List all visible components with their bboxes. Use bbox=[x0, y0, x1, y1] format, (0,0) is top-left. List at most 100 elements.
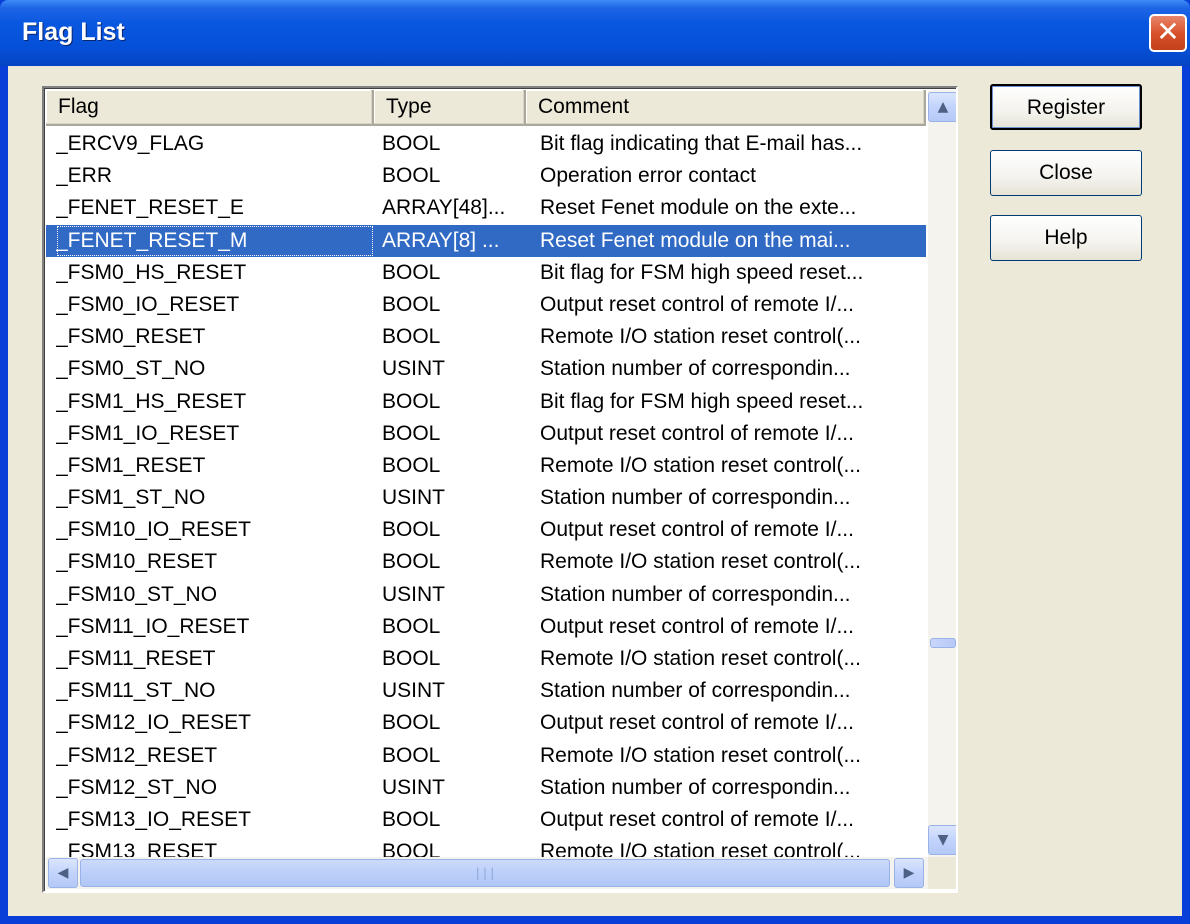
type-cell: BOOL bbox=[382, 711, 441, 735]
type-cell: USINT bbox=[382, 486, 445, 510]
flag-cell: _FENET_RESET_M bbox=[56, 225, 374, 257]
type-cell: BOOL bbox=[382, 132, 441, 155]
table-row[interactable]: _FENET_RESET_M ARRAY[8] ... Reset Fenet mo… bbox=[46, 224, 926, 257]
title-bar[interactable]: Flag List ✕ bbox=[0, 0, 1190, 66]
table-row[interactable]: _FSM12_IO_RESET BOOL Output reset control … bbox=[46, 707, 926, 739]
type-cell: BOOL bbox=[382, 453, 441, 477]
flag-cell: _FSM11_ST_NO bbox=[56, 679, 216, 703]
flag-cell: _FSM10_RESET bbox=[56, 550, 218, 574]
comment-cell: Output reset control of remote I/... bbox=[540, 292, 854, 316]
comment-cell: Output reset control of remote I/... bbox=[540, 614, 854, 638]
comment-cell: Remote I/O station reset control(... bbox=[540, 453, 861, 477]
dialog-title: Flag List bbox=[22, 18, 125, 46]
table-row[interactable]: _ERCV9_FLAG BOOL Bit flag indicating that … bbox=[46, 128, 926, 160]
column-header-flag[interactable]: Flag bbox=[46, 90, 374, 126]
close-window-button[interactable]: ✕ bbox=[1149, 14, 1187, 52]
flag-cell: _ERR bbox=[56, 164, 113, 188]
type-cell: BOOL bbox=[382, 518, 441, 542]
table-row[interactable]: _FSM10_ST_NO USINT Station number of corre… bbox=[46, 579, 926, 611]
flag-cell: _FSM10_IO_RESET bbox=[56, 518, 251, 542]
scroll-left-button[interactable]: ◀ bbox=[48, 858, 78, 888]
type-cell: BOOL bbox=[382, 550, 441, 574]
scroll-down-button[interactable]: ▼ bbox=[928, 825, 956, 855]
table-row[interactable]: _FSM1_HS_RESET BOOL Bit flag for FSM high … bbox=[46, 386, 926, 418]
flag-cell: _FSM1_IO_RESET bbox=[56, 421, 240, 445]
table-row[interactable]: _ERR BOOL Operation error contact bbox=[46, 160, 926, 192]
scroll-up-button[interactable]: ▲ bbox=[928, 92, 956, 122]
flag-cell: _FSM10_ST_NO bbox=[56, 582, 218, 606]
comment-cell: Station number of correspondin... bbox=[540, 582, 851, 606]
scroll-right-button[interactable]: ▶ bbox=[894, 858, 924, 888]
table-row[interactable]: _FSM1_IO_RESET BOOL Output reset control o… bbox=[46, 418, 926, 450]
type-cell: BOOL bbox=[382, 614, 441, 638]
comment-cell: Remote I/O station reset control(... bbox=[540, 743, 861, 767]
column-header-comment[interactable]: Comment bbox=[526, 90, 926, 126]
table-row[interactable]: _FSM0_RESET BOOL Remote I/O station reset … bbox=[46, 321, 926, 353]
comment-cell: Station number of correspondin... bbox=[540, 357, 851, 381]
help-button[interactable]: Help bbox=[990, 215, 1142, 261]
comment-cell: Remote I/O station reset control(... bbox=[540, 647, 861, 670]
flag-cell: _FSM1_ST_NO bbox=[56, 486, 206, 510]
comment-cell: Output reset control of remote I/... bbox=[540, 711, 854, 735]
close-button[interactable]: Close bbox=[990, 150, 1142, 196]
type-cell: USINT bbox=[382, 775, 445, 799]
type-cell: USINT bbox=[382, 357, 445, 381]
flag-cell: _FENET_RESET_E bbox=[56, 196, 244, 220]
type-cell: BOOL bbox=[382, 260, 441, 284]
column-header-type[interactable]: Type bbox=[374, 90, 526, 126]
table-row[interactable]: _FSM0_IO_RESET BOOL Output reset control o… bbox=[46, 289, 926, 321]
flag-cell: _FSM12_IO_RESET bbox=[56, 711, 251, 735]
table-row[interactable]: _FSM11_RESET BOOL Remote I/O station reset… bbox=[46, 643, 926, 675]
chevron-left-icon: ◀ bbox=[57, 865, 69, 881]
comment-cell: Output reset control of remote I/... bbox=[540, 518, 854, 542]
table-row[interactable]: _FSM1_RESET BOOL Remote I/O station reset … bbox=[46, 450, 926, 482]
flag-list-view[interactable]: Flag Type Comment _ERCV9_FLAG BOOL Bit fla… bbox=[42, 86, 958, 893]
flag-cell: _FSM11_IO_RESET bbox=[56, 614, 250, 638]
type-cell: BOOL bbox=[382, 743, 441, 767]
table-row[interactable]: _FSM1_ST_NO USINT Station number of corres… bbox=[46, 482, 926, 514]
type-cell: BOOL bbox=[382, 389, 441, 413]
type-cell: BOOL bbox=[382, 647, 441, 670]
table-row[interactable]: _FSM13_IO_RESET BOOL Output reset control … bbox=[46, 804, 926, 836]
table-row[interactable]: _FENET_RESET_E ARRAY[48]... Reset Fenet mo… bbox=[46, 192, 926, 224]
comment-cell: Remote I/O station reset control(... bbox=[540, 550, 861, 574]
table-row[interactable]: _FSM12_RESET BOOL Remote I/O station reset… bbox=[46, 740, 926, 772]
table-row[interactable]: _FSM0_HS_RESET BOOL Bit flag for FSM high … bbox=[46, 257, 926, 289]
register-button[interactable]: Register bbox=[990, 84, 1142, 130]
comment-cell: Reset Fenet module on the mai... bbox=[540, 228, 851, 252]
table-row[interactable]: _FSM12_ST_NO USINT Station number of corre… bbox=[46, 772, 926, 804]
grip-icon: ||| bbox=[474, 866, 496, 880]
flag-cell: _ERCV9_FLAG bbox=[56, 132, 205, 155]
comment-cell: Station number of correspondin... bbox=[540, 486, 851, 510]
table-row[interactable]: _FSM10_IO_RESET BOOL Output reset control … bbox=[46, 514, 926, 546]
scrollbar-corner bbox=[928, 857, 956, 889]
comment-cell: Station number of correspondin... bbox=[540, 679, 851, 703]
comment-cell: Output reset control of remote I/... bbox=[540, 807, 854, 831]
comment-cell: Bit flag for FSM high speed reset... bbox=[540, 389, 864, 413]
horizontal-scroll-thumb[interactable]: ||| bbox=[80, 859, 890, 887]
table-row[interactable]: _FSM11_ST_NO USINT Station number of corre… bbox=[46, 675, 926, 707]
flag-cell: _FSM0_ST_NO bbox=[56, 357, 206, 381]
table-row[interactable]: _FSM0_ST_NO USINT Station number of corres… bbox=[46, 353, 926, 385]
type-cell: USINT bbox=[382, 582, 445, 606]
type-cell: ARRAY[8] ... bbox=[382, 228, 500, 252]
flag-cell: _FSM1_HS_RESET bbox=[56, 389, 247, 413]
type-cell: USINT bbox=[382, 679, 445, 703]
type-cell: BOOL bbox=[382, 421, 441, 445]
table-row[interactable]: _FSM11_IO_RESET BOOL Output reset control … bbox=[46, 611, 926, 643]
type-cell: ARRAY[48]... bbox=[382, 196, 506, 220]
flag-cell: _FSM13_IO_RESET bbox=[56, 807, 251, 831]
horizontal-scrollbar[interactable]: ◀ ||| ▶ bbox=[46, 857, 928, 889]
vertical-scroll-thumb[interactable] bbox=[930, 638, 956, 648]
comment-cell: Bit flag for FSM high speed reset... bbox=[540, 260, 864, 284]
comment-cell: Output reset control of remote I/... bbox=[540, 421, 854, 445]
comment-cell: Station number of correspondin... bbox=[540, 775, 851, 799]
vertical-scrollbar[interactable]: ▲ ▼ bbox=[928, 90, 956, 857]
flag-cell: _FSM0_RESET bbox=[56, 325, 206, 349]
flag-cell: _FSM0_IO_RESET bbox=[56, 292, 240, 316]
flag-cell: _FSM11_RESET bbox=[56, 647, 216, 670]
chevron-up-icon: ▲ bbox=[937, 99, 949, 115]
table-row[interactable]: _FSM10_RESET BOOL Remote I/O station reset… bbox=[46, 546, 926, 578]
chevron-right-icon: ▶ bbox=[903, 865, 915, 881]
comment-cell: Bit flag indicating that E-mail has... bbox=[540, 132, 863, 155]
